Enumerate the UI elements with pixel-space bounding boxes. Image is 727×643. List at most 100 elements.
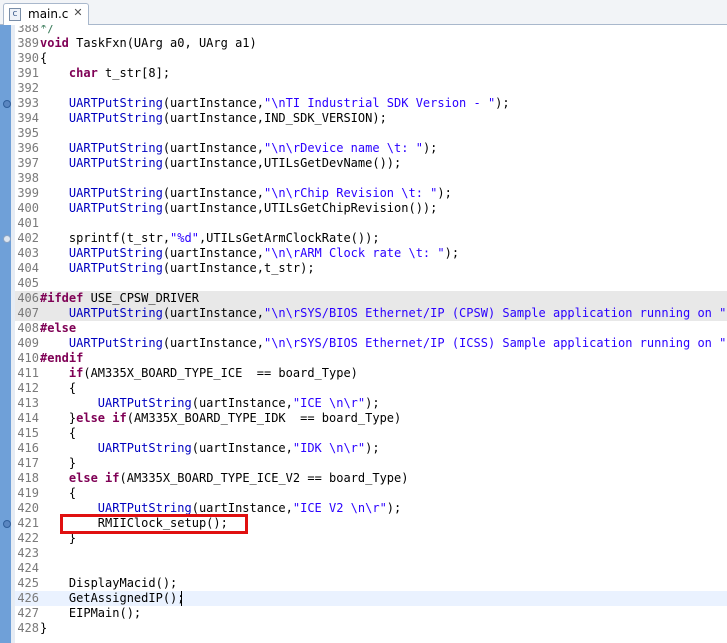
code-text[interactable]: } [40, 621, 47, 636]
code-line-406[interactable]: 406 #ifdef USE_CPSW_DRIVER [15, 291, 727, 306]
code-text[interactable]: UARTPutString(uartInstance,"\n\rSYS/BIOS… [40, 306, 727, 321]
code-line-401[interactable]: 401 [15, 216, 727, 231]
code-text[interactable]: #else [40, 321, 76, 336]
code-text[interactable]: }else if(AM335X_BOARD_TYPE_IDK == board_… [40, 411, 401, 426]
bookmark-marker-421[interactable] [3, 520, 11, 528]
code-text[interactable]: { [40, 486, 76, 501]
line-number: 406 [17, 291, 39, 305]
code-line-389[interactable]: 389 void TaskFxn(UArg a0, UArg a1) [15, 36, 727, 51]
code-line-398[interactable]: 398 [15, 171, 727, 186]
line-number: 402 [17, 231, 39, 245]
line-number: 407 [17, 306, 39, 320]
highlight-box-rmiiclock-setup [60, 514, 248, 534]
overview-ruler[interactable] [0, 25, 11, 643]
c-file-icon: c [9, 8, 21, 21]
code-text[interactable]: char t_str[8]; [40, 66, 170, 81]
code-line-403[interactable]: 403 UARTPutString(uartInstance,"\n\rARM … [15, 246, 727, 261]
line-number: 419 [17, 486, 39, 500]
code-text[interactable]: UARTPutString(uartInstance,"\nTI Industr… [40, 96, 510, 111]
code-line-424[interactable]: 424 [15, 561, 727, 576]
line-number: 388 [17, 25, 39, 35]
code-text[interactable]: UARTPutString(uartInstance,"ICE \n\r"); [40, 396, 380, 411]
code-line-413[interactable]: 413 UARTPutString(uartInstance,"ICE \n\r… [15, 396, 727, 411]
code-line-410[interactable]: 410 #endif [15, 351, 727, 366]
code-line-402[interactable]: 402 sprintf(t_str,"%d",UTILsGetArmClockR… [15, 231, 727, 246]
code-text[interactable]: UARTPutString(uartInstance,IND_SDK_VERSI… [40, 111, 387, 126]
code-line-407[interactable]: 407 UARTPutString(uartInstance,"\n\rSYS/… [15, 306, 727, 321]
text-caret [181, 591, 182, 606]
code-line-412[interactable]: 412 { [15, 381, 727, 396]
code-line-428[interactable]: 428} [15, 621, 727, 636]
code-text[interactable]: UARTPutString(uartInstance,UTILsGetChipR… [40, 201, 437, 216]
code-text[interactable]: if(AM335X_BOARD_TYPE_ICE == board_Type) [40, 366, 358, 381]
code-text[interactable]: DisplayMacid(); [40, 576, 177, 591]
code-text[interactable]: #ifdef USE_CPSW_DRIVER [40, 291, 199, 306]
code-line-423[interactable]: 423 [15, 546, 727, 561]
line-number: 420 [17, 501, 39, 515]
code-text[interactable]: { [40, 51, 47, 66]
line-number: 410 [17, 351, 39, 365]
line-number: 391 [17, 66, 39, 80]
code-line-405[interactable]: 405 [15, 276, 727, 291]
bookmark-marker-393[interactable] [3, 100, 11, 108]
code-text[interactable]: UARTPutString(uartInstance,t_str); [40, 261, 315, 276]
code-line-411[interactable]: 411 if(AM335X_BOARD_TYPE_ICE == board_Ty… [15, 366, 727, 381]
code-line-404[interactable]: 404 UARTPutString(uartInstance,t_str); [15, 261, 727, 276]
code-text[interactable]: UARTPutString(uartInstance,"\n\rARM Cloc… [40, 246, 459, 261]
code-text[interactable]: sprintf(t_str,"%d",UTILsGetArmClockRate(… [40, 231, 380, 246]
code-line-414[interactable]: 414 }else if(AM335X_BOARD_TYPE_IDK == bo… [15, 411, 727, 426]
code-editor[interactable]: 388 */389 void TaskFxn(UArg a0, UArg a1) 39… [15, 25, 727, 643]
code-text[interactable]: void TaskFxn(UArg a0, UArg a1) [40, 36, 257, 51]
code-text[interactable]: UARTPutString(uartInstance,"\n\rSYS/BIOS… [40, 336, 727, 351]
line-number: 405 [17, 276, 39, 290]
code-line-396[interactable]: 396 UARTPutString(uartInstance,"\n\rDevi… [15, 141, 727, 156]
code-text[interactable]: */ [40, 25, 54, 36]
code-line-397[interactable]: 397 UARTPutString(uartInstance,UTILsGetD… [15, 156, 727, 171]
line-number: 395 [17, 126, 39, 140]
code-line-426[interactable]: 426 GetAssignedIP(); [15, 591, 727, 606]
code-line-390[interactable]: 390{ [15, 51, 727, 66]
line-number: 421 [17, 516, 39, 530]
code-text[interactable]: { [40, 381, 76, 396]
code-line-416[interactable]: 416 UARTPutString(uartInstance,"IDK \n\r… [15, 441, 727, 456]
code-text[interactable]: else if(AM335X_BOARD_TYPE_ICE_V2 == boar… [40, 471, 409, 486]
line-number: 393 [17, 96, 39, 110]
code-text[interactable]: UARTPutString(uartInstance,"\n\rChip Rev… [40, 186, 452, 201]
bookmark-marker-402[interactable] [3, 235, 11, 243]
line-number: 416 [17, 441, 39, 455]
code-line-418[interactable]: 418 else if(AM335X_BOARD_TYPE_ICE_V2 == … [15, 471, 727, 486]
code-text[interactable]: UARTPutString(uartInstance,UTILsGetDevNa… [40, 156, 401, 171]
code-text[interactable]: UARTPutString(uartInstance,"IDK \n\r"); [40, 441, 380, 456]
code-text[interactable]: #endif [40, 351, 83, 366]
code-line-393[interactable]: 393 UARTPutString(uartInstance,"\nTI Ind… [15, 96, 727, 111]
code-text[interactable]: EIPMain(); [40, 606, 141, 621]
line-number: 409 [17, 336, 39, 350]
code-line-400[interactable]: 400 UARTPutString(uartInstance,UTILsGetC… [15, 201, 727, 216]
close-icon[interactable]: ✕ [72, 7, 84, 19]
line-number: 428 [17, 621, 39, 635]
line-number: 399 [17, 186, 39, 200]
code-line-425[interactable]: 425 DisplayMacid(); [15, 576, 727, 591]
line-number: 418 [17, 471, 39, 485]
code-text[interactable]: UARTPutString(uartInstance,"\n\rDevice n… [40, 141, 437, 156]
code-line-417[interactable]: 417 } [15, 456, 727, 471]
code-line-409[interactable]: 409 UARTPutString(uartInstance,"\n\rSYS/… [15, 336, 727, 351]
code-line-415[interactable]: 415 { [15, 426, 727, 441]
code-text[interactable]: } [40, 456, 76, 471]
code-line-395[interactable]: 395 [15, 126, 727, 141]
line-number: 398 [17, 171, 39, 185]
code-line-399[interactable]: 399 UARTPutString(uartInstance,"\n\rChip… [15, 186, 727, 201]
code-line-391[interactable]: 391 char t_str[8]; [15, 66, 727, 81]
code-line-408[interactable]: 408 #else [15, 321, 727, 336]
tab-main-c[interactable]: c main.c ✕ [3, 3, 89, 25]
line-number: 404 [17, 261, 39, 275]
code-line-392[interactable]: 392 [15, 81, 727, 96]
line-number: 426 [17, 591, 39, 605]
code-line-427[interactable]: 427 EIPMain(); [15, 606, 727, 621]
code-line-419[interactable]: 419 { [15, 486, 727, 501]
code-text[interactable]: { [40, 426, 76, 441]
code-line-394[interactable]: 394 UARTPutString(uartInstance,IND_SDK_V… [15, 111, 727, 126]
code-line-388[interactable]: 388 */ [15, 25, 727, 36]
editor-tab-bar: c main.c ✕ [0, 0, 727, 25]
code-text[interactable]: GetAssignedIP(); [40, 591, 185, 606]
